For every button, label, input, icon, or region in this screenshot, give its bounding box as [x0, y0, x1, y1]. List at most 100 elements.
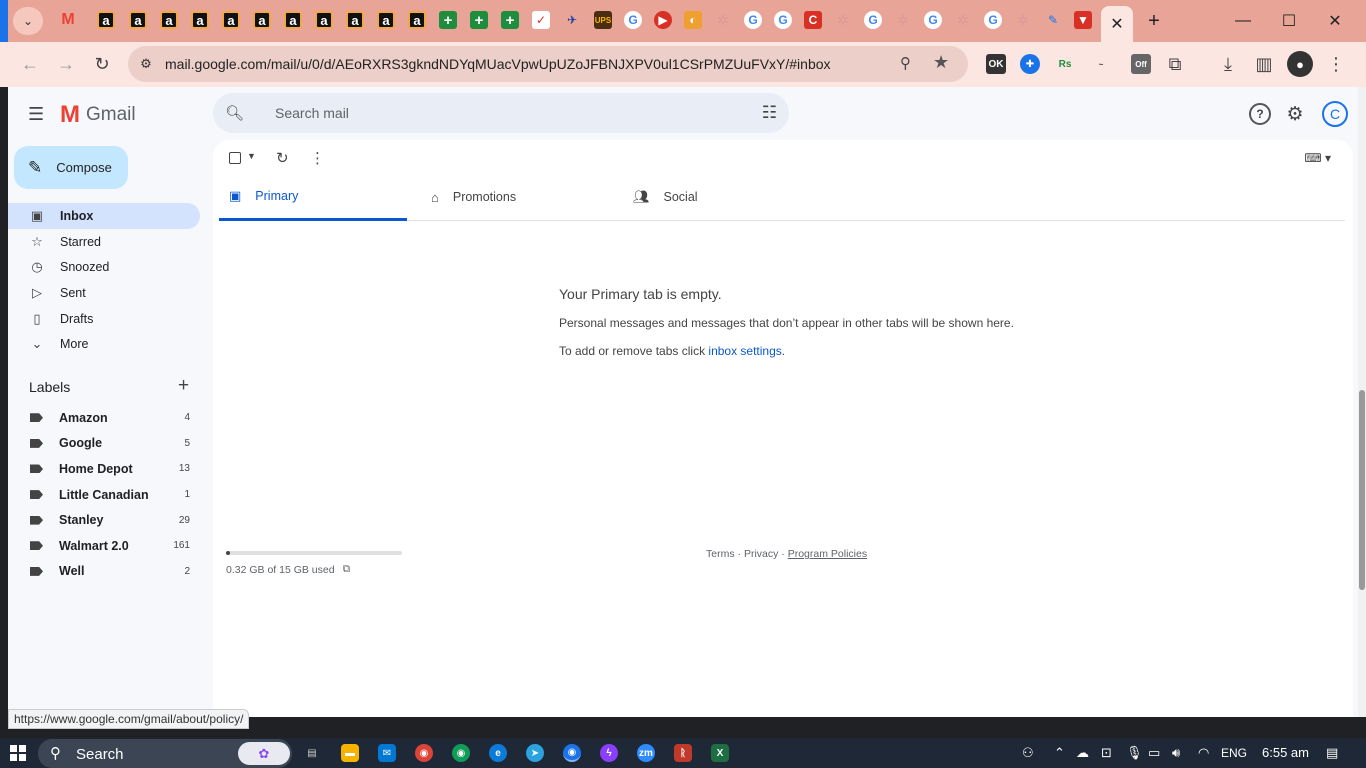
amazon-icon[interactable]: a	[408, 11, 426, 29]
file-explorer-icon[interactable]: ▬	[341, 744, 359, 762]
label-item[interactable]: Home Depot 13	[8, 456, 200, 482]
nav-item-drafts[interactable]: ▯ Drafts	[8, 306, 200, 332]
forward-button[interactable]: →	[53, 51, 79, 77]
chrome-active-icon[interactable]: ◉	[563, 744, 581, 762]
search-bar[interactable]: 🔍︎ Search mail ☷	[213, 93, 789, 133]
taskbar-search[interactable]: ⚲ Search ✿	[38, 739, 292, 768]
inbox-settings-link[interactable]: inbox settings	[708, 344, 781, 358]
onedrive-icon[interactable]: ☁	[1076, 745, 1089, 761]
nav-item-snoozed[interactable]: ◷ Snoozed	[8, 254, 200, 280]
nav-item-starred[interactable]: ☆ Starred	[8, 229, 200, 255]
extension-off-icon[interactable]: Off	[1131, 54, 1151, 74]
google-icon[interactable]: G	[864, 11, 882, 29]
select-all-checkbox[interactable]	[229, 152, 241, 164]
telegram-icon[interactable]: ➤	[526, 744, 544, 762]
back-button[interactable]: ←	[17, 51, 43, 77]
download-icon[interactable]: ⤓	[1215, 51, 1241, 77]
show-hidden-icon[interactable]: ⌃	[1054, 745, 1065, 761]
flag-icon[interactable]: ✈	[563, 11, 581, 29]
search-icon[interactable]: 🔍︎	[225, 104, 244, 122]
select-dropdown-icon[interactable]: ▼	[247, 151, 256, 161]
account-avatar[interactable]: C	[1322, 101, 1348, 127]
label-item[interactable]: Amazon 4	[8, 405, 200, 431]
label-item[interactable]: Stanley 29	[8, 507, 200, 533]
google-icon[interactable]: G	[774, 11, 792, 29]
amazon-icon[interactable]: a	[160, 11, 178, 29]
side-panel-icon[interactable]: ▥	[1251, 51, 1277, 77]
microphone-icon[interactable]: 🎙︎	[1126, 745, 1143, 761]
refresh-icon[interactable]: ↻	[276, 149, 289, 167]
plus-icon[interactable]: +	[501, 11, 519, 29]
amazon-icon[interactable]: a	[377, 11, 395, 29]
extension-ok-icon[interactable]: OK	[986, 54, 1006, 74]
extension-rs-icon[interactable]: Rs	[1055, 54, 1075, 74]
google-icon[interactable]: G	[624, 11, 642, 29]
amazon-icon[interactable]: a	[253, 11, 271, 29]
reload-button[interactable]: ↻	[89, 51, 115, 77]
label-item[interactable]: Google 5	[8, 431, 200, 457]
chrome-profile-icon[interactable]: ◉	[452, 744, 470, 762]
profile-avatar[interactable]: ●	[1287, 51, 1313, 77]
google-icon[interactable]: G	[984, 11, 1002, 29]
taco-icon[interactable]: ◐	[684, 11, 702, 29]
privacy-link[interactable]: Privacy	[744, 548, 778, 560]
task-view-icon[interactable]: ▤	[303, 744, 321, 762]
more-actions-icon[interactable]: ⋮	[310, 149, 325, 167]
tool-app-icon[interactable]: ᚱ	[674, 744, 692, 762]
compose-button[interactable]: ✎ Compose	[14, 146, 128, 189]
extension-vpn-icon[interactable]: ~	[1091, 54, 1111, 74]
close-icon[interactable]: ✕	[1110, 14, 1123, 34]
star-icon[interactable]: ✲	[834, 11, 852, 29]
people-tray-icon[interactable]: ⚇	[1022, 745, 1034, 761]
ups-icon[interactable]: UPS	[594, 11, 612, 29]
clock[interactable]: 6:55 am	[1262, 745, 1309, 760]
tab-primary[interactable]: ▣ Primary	[219, 173, 407, 221]
minimize-button[interactable]: —	[1220, 8, 1266, 34]
amazon-icon[interactable]: a	[284, 11, 302, 29]
star-icon[interactable]: ✲	[1014, 11, 1032, 29]
camera-icon[interactable]: ⊡	[1101, 745, 1112, 761]
wifi-icon[interactable]: ◠	[1198, 745, 1209, 761]
excel-icon[interactable]: X	[711, 744, 729, 762]
settings-gear-icon[interactable]: ⚙	[1284, 103, 1306, 125]
page-scrollbar[interactable]	[1358, 87, 1366, 717]
language-indicator[interactable]: ENG	[1221, 746, 1247, 760]
external-link-icon[interactable]: ⧉	[343, 563, 351, 576]
program-policies-link[interactable]: Program Policies	[788, 548, 867, 560]
nav-item-more[interactable]: ⌄ More	[8, 331, 200, 357]
google-icon[interactable]: G	[924, 11, 942, 29]
mail-app-icon[interactable]: ✉	[378, 744, 396, 762]
nav-item-sent[interactable]: ▷ Sent	[8, 280, 200, 306]
vpn-icon[interactable]: ▼	[1074, 11, 1092, 29]
active-tab[interactable]: ✕	[1101, 6, 1133, 42]
volume-icon[interactable]: 🔊︎	[1172, 745, 1180, 761]
tab-social[interactable]: 👥︎ Social	[623, 173, 811, 221]
star-icon[interactable]: ✲	[894, 11, 912, 29]
tab-search-button[interactable]: ⌄	[13, 7, 43, 35]
paint-icon[interactable]: ✎	[1044, 11, 1062, 29]
terms-link[interactable]: Terms	[706, 548, 735, 560]
gmail-icon[interactable]: M	[59, 11, 77, 29]
nav-item-inbox[interactable]: ▣ Inbox	[8, 203, 200, 229]
zoom-app-icon[interactable]: zm	[637, 744, 655, 762]
maximize-button[interactable]: ☐	[1266, 8, 1312, 34]
label-item[interactable]: Walmart 2.0 161	[8, 533, 200, 559]
label-item[interactable]: Little Canadian 1	[8, 482, 200, 508]
windows-start-icon[interactable]	[10, 745, 26, 761]
star-icon[interactable]: ✲	[714, 11, 732, 29]
keyboard-icon[interactable]: ⌨ ▾	[1304, 151, 1331, 165]
menu-icon[interactable]: ⋮	[1323, 51, 1349, 77]
plus-icon[interactable]: +	[439, 11, 457, 29]
scrollbar-thumb[interactable]	[1359, 390, 1365, 590]
main-menu-icon[interactable]: ☰	[28, 105, 46, 123]
copilot-icon[interactable]: ✿	[238, 742, 290, 765]
amazon-icon[interactable]: a	[129, 11, 147, 29]
gmail-logo[interactable]: M Gmail	[60, 103, 136, 127]
amazon-icon[interactable]: a	[222, 11, 240, 29]
youtube-icon[interactable]: ▶	[654, 11, 672, 29]
notification-icon[interactable]: ▤	[1326, 745, 1338, 761]
amazon-icon[interactable]: a	[97, 11, 115, 29]
amazon-icon[interactable]: a	[191, 11, 209, 29]
extension-compass-icon[interactable]: ✚	[1020, 54, 1040, 74]
add-label-icon[interactable]: +	[178, 375, 189, 397]
